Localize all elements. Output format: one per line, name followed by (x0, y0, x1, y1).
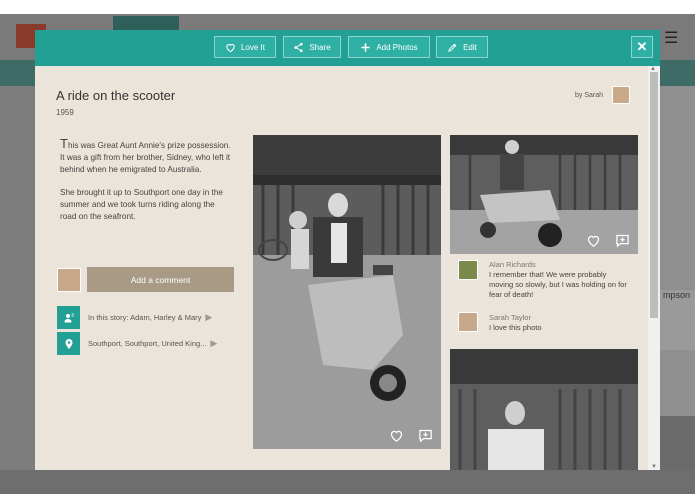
person-tag-icon (57, 306, 80, 329)
story-dropcap: T (60, 136, 68, 151)
scooter-photo-image (253, 135, 441, 449)
main-photo-actions (389, 428, 433, 443)
story-people-row[interactable]: In this story: Adam, Harley & Mary ▶ (57, 306, 212, 329)
background-card-right-text: mpson (660, 290, 695, 350)
third-photo[interactable] (450, 349, 638, 470)
story-modal: Love It Share Add Photos Edit ✕ A ride o… (35, 30, 660, 470)
love-it-label: Love It (240, 42, 265, 52)
comment-text: I remember that! We were probably moving… (489, 270, 627, 299)
story-byline: by Sarah (575, 92, 604, 99)
current-user-avatar (57, 268, 81, 292)
chevron-right-icon: ▶ (205, 312, 213, 322)
hamburger-menu-icon: ☰ (664, 30, 679, 47)
chevron-right-icon: ▶ (210, 338, 218, 348)
close-button[interactable]: ✕ (631, 36, 653, 58)
main-photo[interactable] (253, 135, 441, 449)
background-card-right (660, 86, 695, 416)
author-avatar[interactable] (612, 86, 630, 104)
heart-icon[interactable] (586, 233, 601, 248)
second-photo-actions (586, 233, 630, 248)
scrollbar-thumb[interactable] (650, 72, 658, 318)
story-place-row[interactable]: Southport, Southport, United King... ▶ (57, 332, 217, 355)
second-photo[interactable] (450, 135, 638, 254)
edit-label: Edit (463, 42, 477, 52)
story-year: 1959 (56, 108, 74, 117)
modal-scrollbar[interactable]: ▲ ▼ (648, 66, 660, 470)
add-photos-button[interactable]: Add Photos (348, 36, 430, 58)
add-photos-label: Add Photos (376, 42, 418, 52)
comment-author: Sarah Taylor (489, 313, 531, 322)
comment-author: Alan Richards (489, 260, 536, 269)
map-pin-icon (57, 332, 80, 355)
scroll-down-arrow-icon[interactable]: ▼ (651, 464, 657, 470)
background-card-title: mpson (663, 290, 691, 300)
comment-text: I love this photo (489, 323, 542, 332)
commenter-avatar[interactable] (458, 260, 478, 280)
commenter-avatar[interactable] (458, 312, 478, 332)
share-icon (294, 42, 303, 52)
page-top-strip (0, 0, 695, 14)
background-card-left (0, 86, 35, 486)
story-paragraph-1-text: his was Great Aunt Annie's prize possess… (60, 141, 231, 174)
story-paragraph-2: She brought it up to Southport one day i… (60, 188, 223, 221)
share-button[interactable]: Share (283, 36, 341, 58)
heart-icon[interactable] (389, 428, 404, 443)
story-people-label: In this story: Adam, Harley & Mary (88, 313, 202, 322)
comment-plus-icon[interactable] (615, 233, 630, 248)
story-text: This was Great Aunt Annie's prize posses… (60, 136, 232, 234)
pencil-icon (448, 43, 457, 52)
story-paragraph-1: This was Great Aunt Annie's prize posses… (60, 136, 232, 176)
modal-toolbar: Love It Share Add Photos Edit ✕ (35, 30, 660, 66)
page-bottom (0, 470, 695, 494)
story-place-label: Southport, Southport, United King... (88, 339, 207, 348)
edit-button[interactable]: Edit (436, 36, 488, 58)
third-photo-image (450, 349, 638, 470)
share-label: Share (309, 42, 331, 52)
heart-icon (226, 43, 235, 52)
love-it-button[interactable]: Love It (214, 36, 276, 58)
story-title: A ride on the scooter (56, 88, 176, 103)
plus-icon (361, 42, 370, 52)
comment-plus-icon[interactable] (418, 428, 433, 443)
close-icon: ✕ (636, 39, 648, 54)
add-comment-button[interactable]: Add a comment (87, 267, 234, 292)
